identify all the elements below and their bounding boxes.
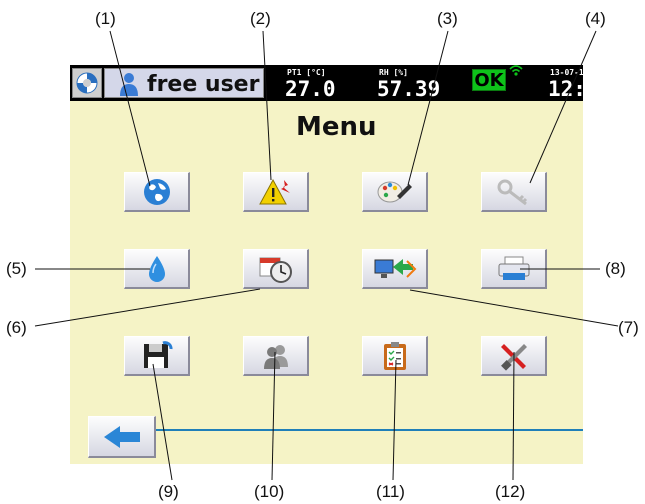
leader-1	[109, 30, 151, 187]
leader-3	[407, 30, 449, 186]
callout-1: (1)	[95, 9, 116, 28]
callout-5: (5)	[6, 259, 27, 278]
callout-7: (7)	[618, 318, 639, 337]
callout-11: (11)	[376, 482, 405, 501]
leader-11	[392, 359, 397, 481]
leader-10	[271, 351, 276, 481]
callout-4: (4)	[585, 9, 606, 28]
leader-4	[529, 30, 597, 184]
callout-8: (8)	[605, 259, 626, 278]
callout-lines	[34, 30, 619, 481]
callout-10: (10)	[254, 482, 285, 501]
callout-9: (9)	[158, 482, 179, 501]
leader-9	[152, 363, 173, 481]
callout-6: (6)	[6, 318, 27, 337]
callout-2: (2)	[250, 9, 271, 28]
leader-12	[512, 351, 515, 481]
callout-12: (12)	[495, 482, 526, 501]
leader-2	[262, 30, 272, 181]
leader-7	[409, 289, 619, 327]
callout-3: (3)	[437, 9, 458, 28]
leader-6	[34, 288, 261, 327]
